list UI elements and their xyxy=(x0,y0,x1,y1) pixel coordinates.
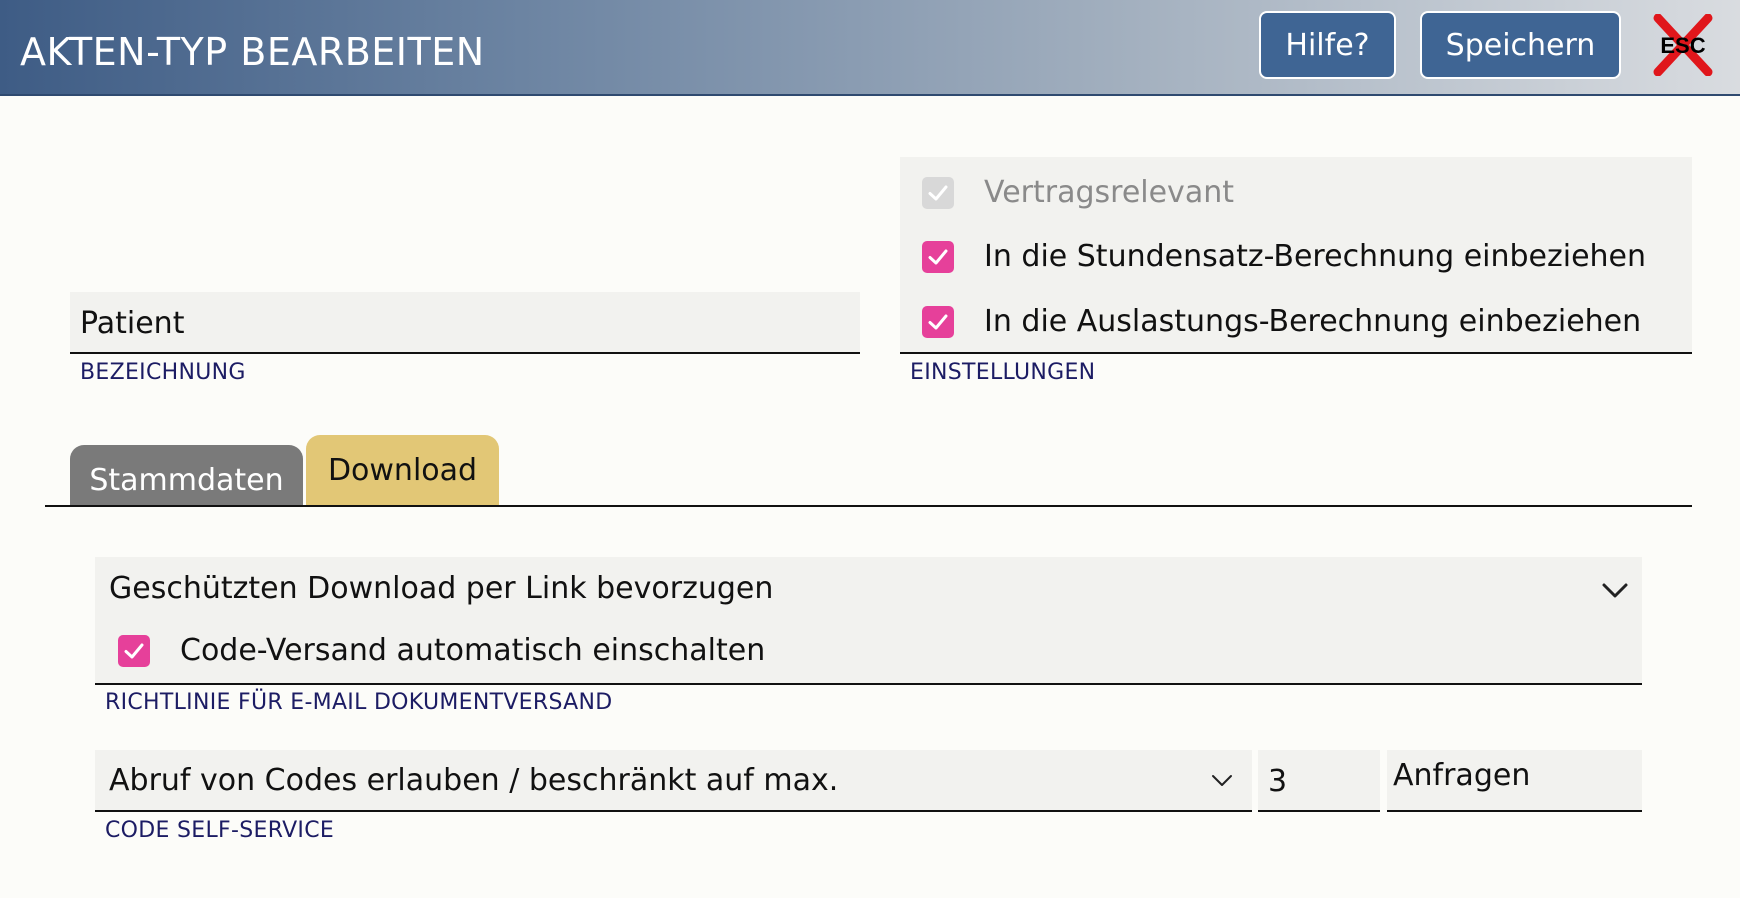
checkmark-icon xyxy=(928,249,948,264)
code-self-service-caption: CODE SELF-SERVICE xyxy=(105,818,335,843)
einstellungen-caption: EINSTELLUNGEN xyxy=(910,360,1096,385)
checkbox-vertragsrelevant xyxy=(922,176,954,209)
checkbox-stundensatz[interactable] xyxy=(922,240,954,273)
option-stundensatz[interactable]: In die Stundensatz-Berechnung einbeziehe… xyxy=(922,239,1646,274)
option-label: Code-Versand automatisch einschalten xyxy=(180,633,766,668)
bezeichnung-value: Patient xyxy=(80,306,185,341)
bezeichnung-field[interactable]: Patient xyxy=(70,292,860,354)
email-policy-select[interactable]: Geschützten Download per Link bevorzugen xyxy=(109,571,773,606)
save-button[interactable]: Speichern xyxy=(1420,11,1621,79)
page-title: AKTEN-TYP BEARBEITEN xyxy=(20,30,485,74)
tabs-divider xyxy=(45,505,1692,507)
option-vertragsrelevant: Vertragsrelevant xyxy=(922,175,1234,210)
code-self-service-select[interactable]: Abruf von Codes erlauben / beschränkt au… xyxy=(95,750,1252,812)
checkmark-icon xyxy=(928,314,948,329)
requests-unit: Anfragen xyxy=(1387,750,1642,812)
option-auslastung[interactable]: In die Auslastungs-Berechnung einbeziehe… xyxy=(922,304,1641,339)
option-code-versand[interactable]: Code-Versand automatisch einschalten xyxy=(118,633,765,668)
esc-label: ESC xyxy=(1660,33,1705,58)
checkmark-icon xyxy=(928,185,948,200)
option-label: In die Auslastungs-Berechnung einbeziehe… xyxy=(984,304,1642,339)
close-icon: ESC xyxy=(1653,13,1713,77)
esc-close-button[interactable]: ESC xyxy=(1652,13,1714,77)
help-button[interactable]: Hilfe? xyxy=(1259,11,1396,79)
settings-panel: Vertragsrelevant In die Stundensatz-Bere… xyxy=(900,157,1692,354)
requests-unit-label: Anfragen xyxy=(1393,758,1531,793)
email-policy-caption: RICHTLINIE FÜR E-MAIL DOKUMENTVERSAND xyxy=(105,690,613,715)
option-label: Vertragsrelevant xyxy=(984,175,1234,210)
option-label: In die Stundensatz-Berechnung einbeziehe… xyxy=(984,239,1647,274)
checkbox-code-versand[interactable] xyxy=(118,634,150,667)
tab-download[interactable]: Download xyxy=(306,435,499,506)
checkbox-auslastung[interactable] xyxy=(922,305,954,338)
chevron-down-icon xyxy=(1212,775,1232,786)
title-bar: AKTEN-TYP BEARBEITEN Hilfe? Speichern ES… xyxy=(0,0,1740,96)
max-requests-input[interactable]: 3 xyxy=(1258,750,1380,812)
code-self-service-value: Abruf von Codes erlauben / beschränkt au… xyxy=(109,763,839,798)
max-requests-value: 3 xyxy=(1268,764,1288,799)
checkmark-icon xyxy=(124,643,144,658)
chevron-down-icon[interactable] xyxy=(1600,575,1630,605)
tab-stammdaten[interactable]: Stammdaten xyxy=(70,445,303,506)
email-policy-field: Geschützten Download per Link bevorzugen… xyxy=(95,557,1642,685)
bezeichnung-caption: BEZEICHNUNG xyxy=(80,360,246,385)
